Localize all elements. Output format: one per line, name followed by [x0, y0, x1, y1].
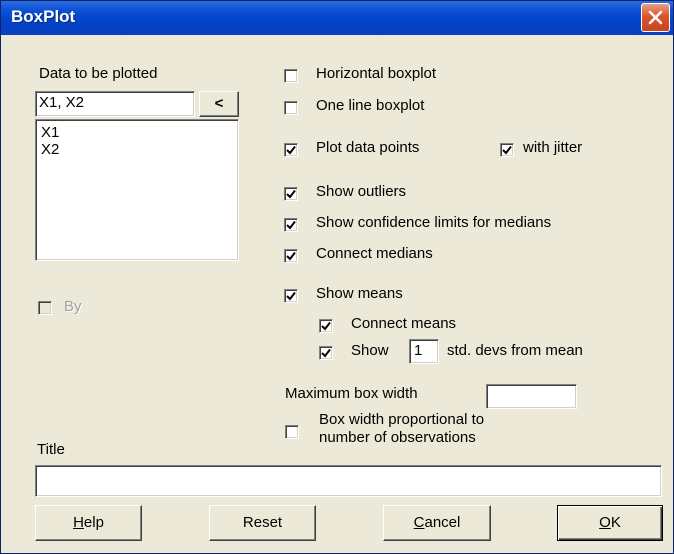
variable-list[interactable]: X1 X2: [35, 119, 239, 261]
show-sd-label-suffix: std. devs from mean: [447, 342, 583, 359]
show-means-checkbox[interactable]: [284, 289, 298, 303]
confidence-limits-label: Show confidence limits for medians: [316, 214, 552, 231]
one-line-boxplot-checkbox[interactable]: [284, 101, 298, 115]
cancel-button-label: Cancel: [413, 514, 461, 531]
selected-variables-text: X1, X2: [39, 94, 85, 111]
horizontal-boxplot-label: Horizontal boxplot: [316, 65, 437, 82]
checkmark-icon: [286, 251, 296, 261]
proportional-width-checkbox[interactable]: [285, 425, 299, 439]
ok-button-label: OK: [599, 514, 621, 531]
reset-button-label: Reset: [242, 514, 283, 531]
selected-variables-field[interactable]: X1, X2: [35, 91, 195, 117]
connect-medians-label: Connect medians: [316, 245, 433, 262]
data-to-plot-label: Data to be plotted: [39, 65, 158, 82]
title-input[interactable]: [35, 465, 662, 497]
list-item[interactable]: X2: [41, 141, 59, 158]
reset-button[interactable]: Reset: [209, 505, 316, 541]
close-icon: [648, 10, 663, 25]
connect-means-checkbox[interactable]: [319, 319, 333, 333]
ok-button[interactable]: OK: [557, 505, 663, 541]
max-box-width-label: Maximum box width: [285, 385, 418, 402]
connect-means-label: Connect means: [351, 315, 457, 332]
window-title: BoxPlot: [11, 7, 76, 26]
boxplot-dialog: BoxPlot Data to be plotted X1, X2 < X1 X…: [0, 0, 674, 554]
checkmark-icon: [286, 145, 296, 155]
help-button[interactable]: Help: [35, 505, 142, 541]
confidence-limits-checkbox[interactable]: [284, 218, 298, 232]
by-checkbox: [38, 301, 52, 315]
move-variable-button-label: <: [214, 95, 224, 112]
horizontal-boxplot-checkbox[interactable]: [284, 69, 298, 83]
show-sd-label-prefix: Show: [351, 342, 389, 359]
checkmark-icon: [321, 321, 331, 331]
help-button-label: Help: [73, 514, 104, 531]
checkmark-icon: [321, 348, 331, 358]
checkmark-icon: [286, 220, 296, 230]
show-outliers-checkbox[interactable]: [284, 187, 298, 201]
show-means-label: Show means: [316, 285, 403, 302]
with-jitter-checkbox[interactable]: [500, 143, 514, 157]
cancel-button[interactable]: Cancel: [383, 505, 491, 541]
one-line-boxplot-label: One line boxplot: [316, 97, 425, 114]
title-bar[interactable]: BoxPlot: [1, 1, 673, 35]
checkmark-icon: [502, 145, 512, 155]
connect-medians-checkbox[interactable]: [284, 249, 298, 263]
title-label: Title: [37, 441, 65, 458]
move-variable-button[interactable]: <: [199, 91, 239, 117]
by-label: By: [64, 298, 82, 315]
show-sd-checkbox[interactable]: [319, 346, 333, 360]
max-box-width-input[interactable]: [486, 384, 577, 409]
checkmark-icon: [286, 189, 296, 199]
show-outliers-label: Show outliers: [316, 183, 407, 200]
proportional-width-label-1: Box width proportional to: [319, 411, 485, 428]
proportional-width-label-2: number of observations: [319, 429, 476, 446]
list-item[interactable]: X1: [41, 124, 59, 141]
plot-data-points-label: Plot data points: [316, 139, 420, 156]
close-button[interactable]: [641, 3, 670, 32]
plot-data-points-checkbox[interactable]: [284, 143, 298, 157]
with-jitter-label: with jitter: [523, 139, 583, 156]
sd-count-value: 1: [414, 342, 423, 359]
checkmark-icon: [286, 291, 296, 301]
sd-count-input[interactable]: 1: [409, 339, 439, 364]
